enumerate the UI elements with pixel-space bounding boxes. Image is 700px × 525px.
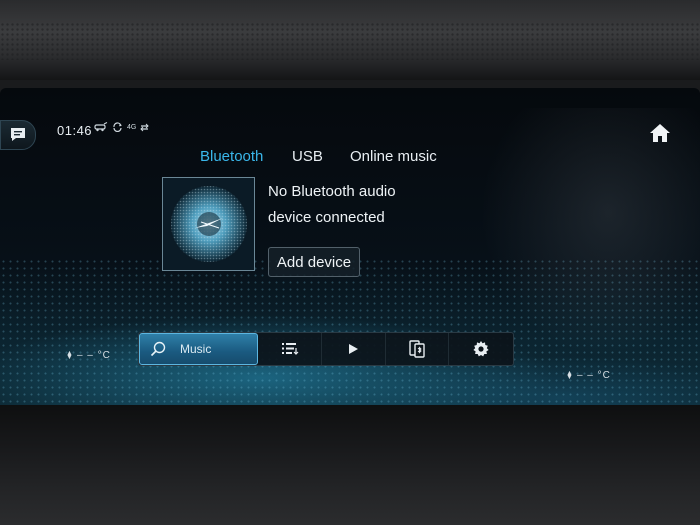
messages-button[interactable] [0,120,36,150]
infotainment-screen: 01:46 4G Bluetooth USB Online music No B… [0,88,700,406]
home-button[interactable] [642,116,678,150]
message-line-1: No Bluetooth audio [268,183,396,200]
message-icon [11,128,25,141]
updown-arrows-icon: ▲ ▼ [66,349,74,361]
music-search-button[interactable]: Music [139,333,259,365]
updown-arrows-icon: ▲ ▼ [566,369,574,381]
dashboard-top-trim [0,0,700,80]
signal-icon [140,123,150,131]
bluetooth-disc-icon [170,186,247,262]
queue-list-icon [281,343,299,355]
status-icons: 4G [94,122,150,132]
queue-list-button[interactable] [258,333,323,365]
left-climate-temp[interactable]: ▲ ▼ – – °C [66,349,111,362]
add-device-button[interactable]: Add device [268,247,360,277]
search-icon [150,341,166,357]
right-temp-value: – – °C [576,370,611,381]
message-line-2: device connected [268,209,385,226]
clock: 01:46 [57,123,93,138]
left-temp-value: – – °C [76,350,111,361]
music-search-label: Music [180,342,212,356]
phone-device-icon [409,340,425,358]
gear-icon [473,341,489,357]
tab-usb[interactable]: USB [292,148,350,165]
play-icon [349,344,359,354]
home-icon [650,124,670,142]
bottom-menu-bar: Music [138,332,514,366]
car-key-icon [94,122,108,132]
network-badge: 4G [127,123,137,131]
play-button[interactable] [322,333,386,365]
right-climate-temp[interactable]: ▲ ▼ – – °C [566,369,611,382]
album-art-placeholder [162,177,255,271]
settings-button[interactable] [449,333,513,365]
tab-online-music[interactable]: Online music [350,148,460,165]
speaker-grille [0,22,700,60]
phone-device-button[interactable] [386,333,450,365]
sync-icon [113,122,122,132]
source-tabs: Bluetooth USB Online music [200,148,460,165]
no-device-message: No Bluetooth audio device connected [268,179,468,231]
tab-bluetooth[interactable]: Bluetooth [200,148,292,165]
dashboard-bottom-trim [0,405,700,525]
